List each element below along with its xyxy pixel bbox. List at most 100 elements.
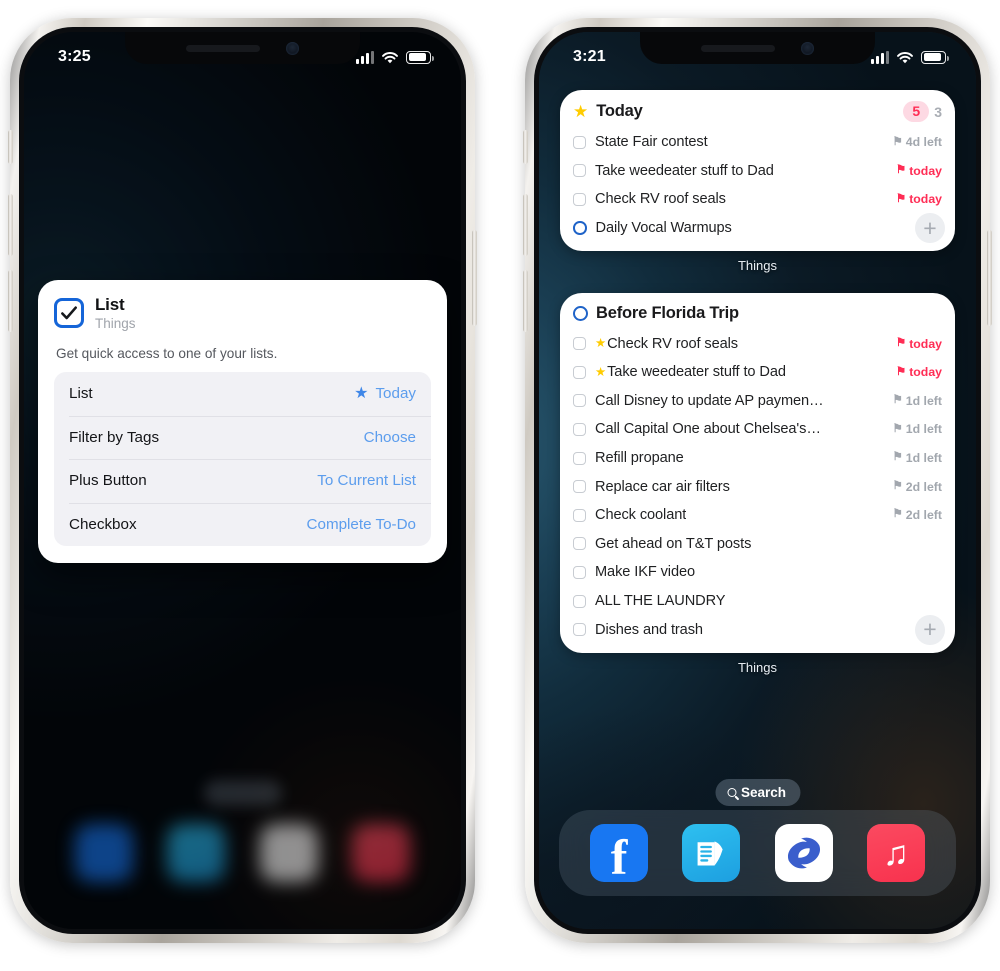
todo-checkbox[interactable] <box>573 480 586 494</box>
todo-checkbox[interactable] <box>573 135 586 149</box>
config-row-filter-by-tags[interactable]: Filter by Tags Choose <box>54 415 431 460</box>
todo-title: Check RV roof seals <box>595 191 726 208</box>
todo-checkbox[interactable] <box>573 192 586 206</box>
flag-icon: ⚑ <box>892 508 903 521</box>
config-row-value[interactable]: To Current List <box>317 472 416 489</box>
todo-checkbox[interactable] <box>573 537 586 551</box>
list-item[interactable]: Call Capital One about Chelsea's… ⚑ 1d l… <box>573 415 942 444</box>
widget-stack: ★ Today 5 3 State Fair contest ⚑ 4d left… <box>560 90 955 675</box>
status-bar-right: 3:21 <box>539 32 976 72</box>
list-item[interactable]: State Fair contest ⚑ 4d left <box>573 128 942 157</box>
todo-title-text: Take weedeater stuff to Dad <box>607 364 786 381</box>
right-phone-device: 3:21 ★ Today 5 3 State Fair contest ⚑ 4d… <box>523 18 992 943</box>
todo-checkbox[interactable] <box>573 508 586 522</box>
todo-checkbox[interactable] <box>573 394 586 408</box>
todo-checkbox[interactable] <box>573 623 586 637</box>
flag-icon: ⚑ <box>895 365 907 378</box>
list-item[interactable]: Make IKF video <box>573 558 942 587</box>
cellular-bars-icon <box>871 50 889 64</box>
list-item[interactable]: Check RV roof seals ⚑ today <box>573 185 942 214</box>
todo-due: ⚑ today <box>890 365 942 379</box>
battery-icon <box>406 50 434 64</box>
volume-down-button[interactable] <box>523 270 528 332</box>
star-icon: ★ <box>595 365 607 380</box>
todo-due-text: 4d left <box>905 135 942 150</box>
config-row-checkbox[interactable]: Checkbox Complete To-Do <box>54 502 431 547</box>
config-row-value[interactable]: Choose <box>364 429 416 446</box>
todo-checkbox[interactable] <box>573 337 586 351</box>
todo-title: Daily Vocal Warmups <box>595 220 732 237</box>
mute-switch[interactable] <box>8 130 13 164</box>
widget-app-label: Things <box>737 659 778 675</box>
app-icon-news-reader[interactable] <box>682 824 741 882</box>
flag-icon: ⚑ <box>892 451 903 464</box>
checkbox-checked-icon <box>54 298 84 329</box>
power-button[interactable] <box>987 230 992 326</box>
list-item[interactable]: ★ Take weedeater stuff to Dad ⚑ today <box>573 358 942 387</box>
list-item[interactable]: ALL THE LAUNDRY <box>573 587 942 616</box>
todo-checkbox-repeating[interactable] <box>573 221 587 235</box>
mute-switch[interactable] <box>523 130 528 164</box>
volume-up-button[interactable] <box>523 194 528 256</box>
config-options-list: List ★ Today Filter by Tags Choose Plus … <box>54 372 431 547</box>
list-item[interactable]: Daily Vocal Warmups <box>573 214 942 243</box>
todo-due: ⚑ 2d left <box>886 508 942 522</box>
list-item[interactable]: Get ahead on T&T posts <box>573 530 942 559</box>
app-icon-apple-music[interactable]: ♫ <box>866 824 925 882</box>
list-item[interactable]: Dishes and trash <box>573 615 942 644</box>
todo-checkbox[interactable] <box>573 365 586 379</box>
app-icon-simplenote[interactable] <box>774 824 833 882</box>
list-item[interactable]: Refill propane ⚑ 1d left <box>573 444 942 473</box>
config-row-list[interactable]: List ★ Today <box>54 372 431 416</box>
todo-checkbox[interactable] <box>573 164 586 178</box>
todo-due: ⚑ 1d left <box>886 422 942 436</box>
volume-down-button[interactable] <box>8 270 13 332</box>
blurred-app-music <box>351 824 410 882</box>
list-item[interactable]: Replace car air filters ⚑ 2d left <box>573 472 942 501</box>
flag-icon: ⚑ <box>895 192 907 205</box>
app-icon-facebook[interactable]: f <box>590 824 649 882</box>
config-row-value[interactable]: Complete To-Do <box>307 516 416 533</box>
list-item[interactable]: ★ Check RV roof seals ⚑ today <box>573 329 942 358</box>
config-row-plus-button[interactable]: Plus Button To Current List <box>54 459 431 503</box>
search-button[interactable]: Search <box>714 779 801 806</box>
power-button[interactable] <box>472 230 477 326</box>
todo-due: ⚑ 1d left <box>886 394 942 408</box>
todo-title: Get ahead on T&T posts <box>595 535 752 552</box>
flag-icon: ⚑ <box>895 164 907 177</box>
flag-icon: ⚑ <box>892 422 903 435</box>
todo-title: Check coolant <box>595 507 687 524</box>
todo-title: ★ Take weedeater stuff to Dad <box>595 364 786 380</box>
volume-up-button[interactable] <box>8 194 13 256</box>
facebook-icon: f <box>610 828 628 882</box>
add-todo-button[interactable]: + <box>915 614 945 645</box>
flag-icon: ⚑ <box>892 479 903 492</box>
list-item[interactable]: Call Disney to update AP paymen… ⚑ 1d le… <box>573 387 942 416</box>
widget-today[interactable]: ★ Today 5 3 State Fair contest ⚑ 4d left… <box>560 90 955 252</box>
blurred-app-news <box>167 824 226 882</box>
right-phone-screen: 3:21 ★ Today 5 3 State Fair contest ⚑ 4d… <box>539 32 976 929</box>
config-row-value[interactable]: ★ Today <box>354 385 416 402</box>
todo-checkbox[interactable] <box>573 422 586 436</box>
todo-due: ⚑ 1d left <box>886 451 942 465</box>
config-row-label: Filter by Tags <box>69 428 160 446</box>
list-item[interactable]: Take weedeater stuff to Dad ⚑ today <box>573 157 942 186</box>
widget-florida-container: Before Florida Trip ★ Check RV roof seal… <box>560 293 955 675</box>
config-row-label: Checkbox <box>69 515 137 533</box>
config-row-label: List <box>69 385 93 403</box>
list-item[interactable]: Check coolant ⚑ 2d left <box>573 501 942 530</box>
todo-title: Refill propane <box>595 450 684 467</box>
widget-counts: 5 3 <box>903 101 942 122</box>
todo-due: ⚑ 2d left <box>886 480 942 494</box>
todo-checkbox[interactable] <box>573 451 586 465</box>
todo-checkbox[interactable] <box>573 594 586 608</box>
todo-title: Take weedeater stuff to Dad <box>595 162 774 179</box>
status-time: 3:25 <box>58 48 91 65</box>
widget-before-florida-trip[interactable]: Before Florida Trip ★ Check RV roof seal… <box>560 293 955 653</box>
widget-today-header: ★ Today 5 3 <box>573 101 942 122</box>
todo-checkbox[interactable] <box>573 565 586 579</box>
widget-title: Before Florida Trip <box>596 304 739 323</box>
widget-florida-header: Before Florida Trip <box>573 304 942 323</box>
todo-title: Replace car air filters <box>595 478 730 495</box>
flag-icon: ⚑ <box>895 336 907 349</box>
